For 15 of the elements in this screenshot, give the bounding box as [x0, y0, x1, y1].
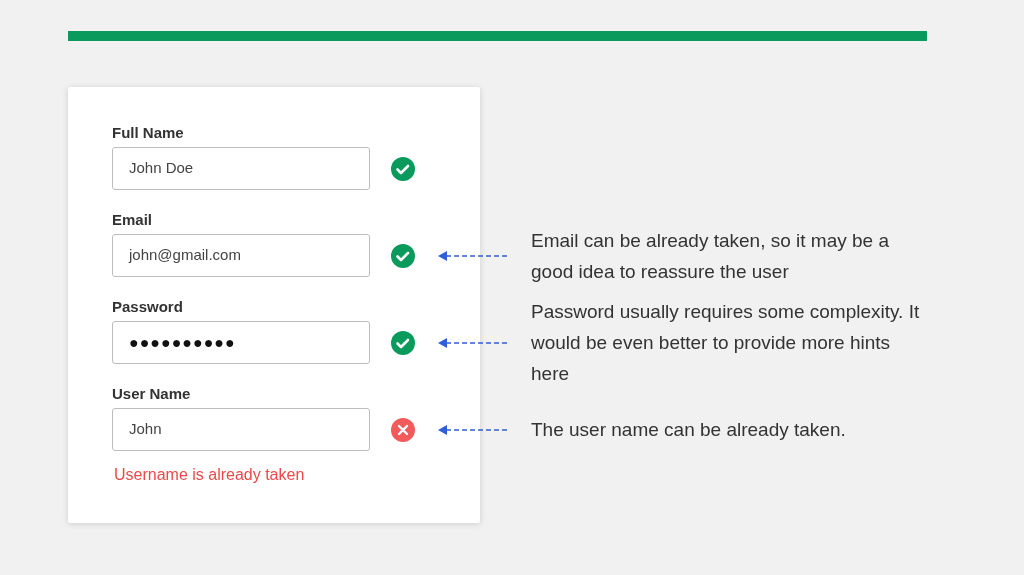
- error-message: Username is already taken: [114, 465, 306, 485]
- dashed-arrow: [438, 336, 508, 349]
- annotation-text: Password usually requires some complexity. It would be even better to provide more hints here: [531, 300, 921, 386]
- field-label: Password: [112, 297, 184, 317]
- field-label: User Name: [112, 384, 192, 404]
- dashed-arrow: [438, 423, 508, 436]
- input-field[interactable]: ●●●●●●●●●●: [112, 321, 370, 364]
- annotation-text: The user name can be already taken.: [531, 418, 847, 442]
- annotation-text: Email can be already taken, so it may be a good idea to reassure the user: [531, 228, 891, 284]
- input-field[interactable]: john@gmail.com: [112, 234, 370, 277]
- dashed-arrow: [438, 249, 508, 262]
- field-label: Email: [112, 210, 154, 230]
- field-label: Full Name: [112, 123, 185, 143]
- input-field[interactable]: John: [112, 408, 370, 451]
- input-field[interactable]: John Doe: [112, 147, 370, 190]
